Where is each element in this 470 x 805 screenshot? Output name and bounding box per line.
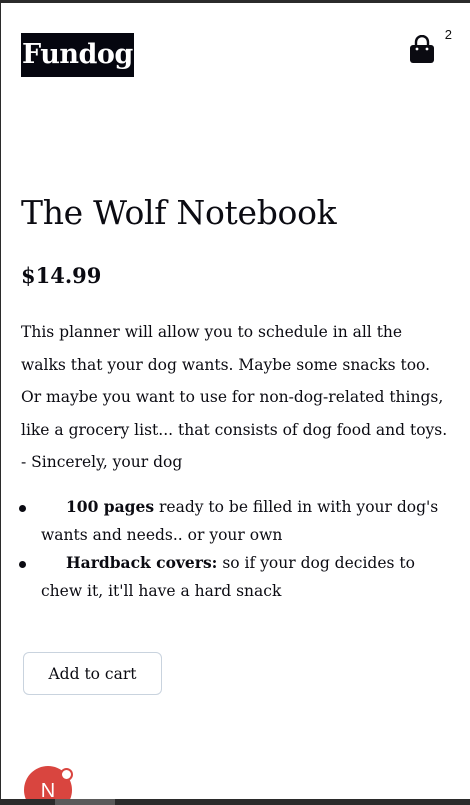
site-logo[interactable]: Fundog — [21, 33, 134, 77]
feature-item: 100 pages ready to be filled in with you… — [19, 493, 451, 549]
product-title: The Wolf Notebook — [21, 193, 337, 232]
site-header: Fundog 2 — [21, 27, 452, 77]
feature-item: Hardback covers: so if your dog decides … — [19, 549, 451, 605]
cart-button[interactable]: 2 — [408, 27, 452, 71]
feature-lead: 100 pages — [66, 497, 155, 516]
scrollbar-thumb[interactable] — [55, 799, 115, 805]
product-price: $14.99 — [21, 263, 102, 288]
cart-count-badge: 2 — [444, 27, 452, 42]
bullet-icon — [19, 561, 26, 568]
shopping-bag-icon — [410, 35, 434, 63]
feature-list: 100 pages ready to be filled in with you… — [19, 493, 451, 605]
feature-lead: Hardback covers: — [66, 553, 218, 572]
add-to-cart-button[interactable]: Add to cart — [23, 652, 162, 695]
status-dot — [60, 768, 73, 781]
product-description: This planner will allow you to schedule … — [21, 323, 448, 471]
bullet-icon — [19, 505, 26, 512]
